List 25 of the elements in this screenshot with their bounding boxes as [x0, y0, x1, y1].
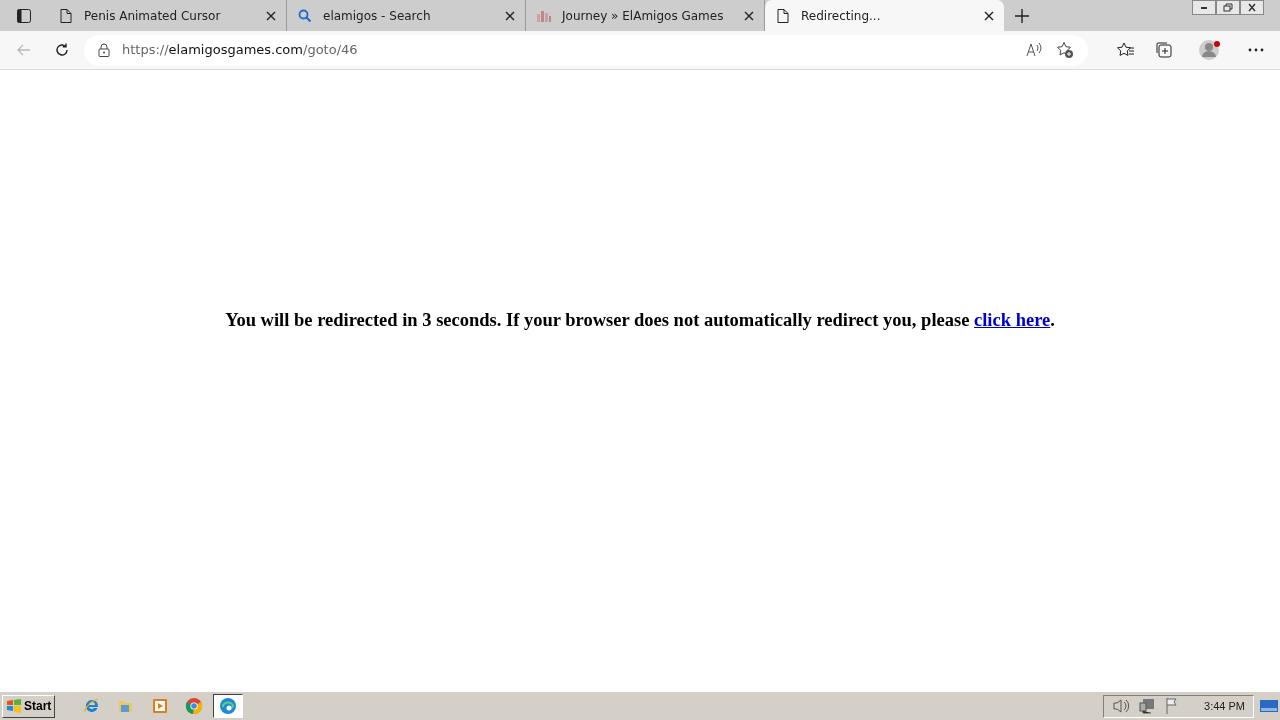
network-icon[interactable]	[1138, 697, 1157, 715]
search-icon	[297, 7, 313, 24]
close-tab-icon[interactable]	[505, 10, 515, 21]
redirect-message: You will be redirected in 3 seconds. If your browser does not automatically redirect you, please click here.	[225, 308, 1055, 332]
click-here-link[interactable]: click here	[974, 309, 1051, 330]
read-aloud-icon[interactable]	[1026, 42, 1044, 58]
page-icon	[58, 7, 74, 24]
page-icon	[775, 7, 791, 24]
add-favorite-icon[interactable]	[1056, 41, 1074, 59]
browser-tab[interactable]: Redirecting...	[765, 0, 1004, 31]
edge-icon[interactable]	[213, 694, 244, 718]
volume-icon[interactable]	[1112, 697, 1131, 715]
address-bar[interactable]: https://elamigosgames.com/goto/46	[84, 34, 1088, 66]
close-tab-icon[interactable]	[744, 10, 754, 21]
start-button[interactable]: Start	[2, 694, 56, 718]
windows-logo-icon	[6, 699, 22, 713]
lock-icon[interactable]	[98, 43, 110, 57]
clock-text: 3:44 PM	[1204, 698, 1245, 714]
close-tab-icon[interactable]	[984, 10, 994, 21]
restore-icon[interactable]	[1216, 0, 1240, 15]
minimize-icon[interactable]	[1192, 0, 1216, 15]
show-desktop-icon[interactable]	[1260, 699, 1278, 713]
refresh-icon[interactable]	[54, 42, 70, 58]
close-icon[interactable]	[1240, 0, 1264, 15]
close-tab-icon[interactable]	[266, 10, 276, 21]
